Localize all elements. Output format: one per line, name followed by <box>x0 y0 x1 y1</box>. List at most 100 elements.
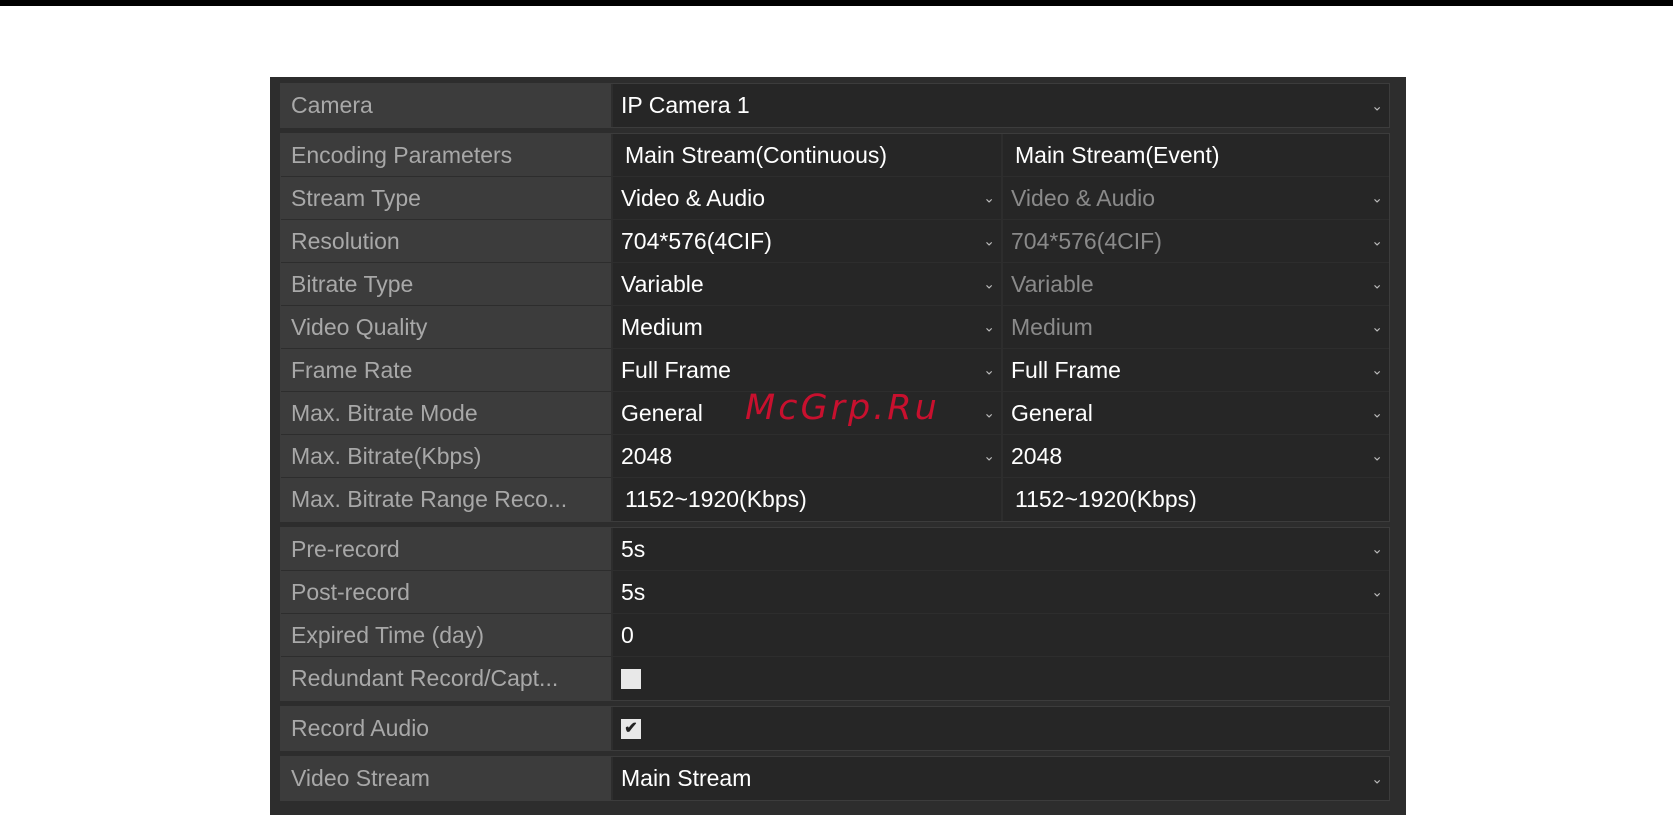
resolution-event-select: 704*576(4CIF) ⌄ <box>1003 220 1389 262</box>
max-bitrate-range-row: Max. Bitrate Range Reco... 1152~1920(Kbp… <box>281 478 1389 521</box>
bitrate-type-event-select: Variable ⌄ <box>1003 263 1389 305</box>
stream-type-continuous-value: Video & Audio <box>621 184 766 211</box>
stream-type-continuous-select[interactable]: Video & Audio ⌄ <box>613 177 1003 219</box>
record-audio-cell: ✔ <box>613 707 1389 750</box>
max-bitrate-continuous-value: 2048 <box>621 442 673 469</box>
redundant-record-checkbox[interactable] <box>621 668 641 689</box>
record-audio-label: Record Audio <box>281 707 613 750</box>
video-quality-continuous-value: Medium <box>621 313 703 340</box>
max-bitrate-mode-label: Max. Bitrate Mode <box>281 392 613 434</box>
chevron-down-icon[interactable]: ⌄ <box>1371 405 1383 422</box>
chevron-down-icon[interactable]: ⌄ <box>983 362 995 379</box>
expired-time-input[interactable]: 0 <box>613 614 1389 656</box>
redundant-row: Redundant Record/Capt... <box>281 657 1389 700</box>
record-audio-group: Record Audio ✔ <box>280 706 1390 751</box>
top-black-bar <box>0 0 1673 6</box>
frame-rate-event-value: Full Frame <box>1011 356 1121 383</box>
main-stream-continuous-header: Main Stream(Continuous) <box>613 134 1003 176</box>
chevron-down-icon[interactable]: ⌄ <box>1371 770 1383 787</box>
post-record-select[interactable]: 5s ⌄ <box>613 571 1389 613</box>
chevron-down-icon: ⌄ <box>1371 275 1383 292</box>
camera-select[interactable]: IP Camera 1 ⌄ <box>613 84 1389 127</box>
main-stream-event-header: Main Stream(Event) <box>1003 134 1389 176</box>
max-bitrate-mode-continuous-value: General <box>621 399 703 426</box>
post-record-value: 5s <box>621 578 646 605</box>
encoding-header-row: Encoding Parameters Main Stream(Continuo… <box>281 134 1389 177</box>
frame-rate-row: Frame Rate Full Frame ⌄ Full Frame ⌄ <box>281 349 1389 392</box>
video-stream-value: Main Stream <box>621 765 752 791</box>
frame-rate-event-select[interactable]: Full Frame ⌄ <box>1003 349 1389 391</box>
video-quality-event-value: Medium <box>1011 313 1093 340</box>
max-bitrate-event-select[interactable]: 2048 ⌄ <box>1003 435 1389 477</box>
watermark-text: McGrp.Ru <box>745 388 940 428</box>
video-quality-label: Video Quality <box>281 306 613 348</box>
chevron-down-icon[interactable]: ⌄ <box>1371 584 1383 601</box>
chevron-down-icon[interactable]: ⌄ <box>1371 97 1383 114</box>
resolution-label: Resolution <box>281 220 613 262</box>
chevron-down-icon[interactable]: ⌄ <box>983 276 995 293</box>
video-quality-continuous-select[interactable]: Medium ⌄ <box>613 306 1003 348</box>
resolution-row: Resolution 704*576(4CIF) ⌄ 704*576(4CIF)… <box>281 220 1389 263</box>
chevron-down-icon[interactable]: ⌄ <box>1371 448 1383 465</box>
redundant-record-label: Redundant Record/Capt... <box>281 657 613 700</box>
chevron-down-icon[interactable]: ⌄ <box>983 190 995 207</box>
post-record-label: Post-record <box>281 571 613 613</box>
record-audio-row: Record Audio ✔ <box>281 707 1389 750</box>
max-bitrate-event-value: 2048 <box>1011 442 1063 469</box>
max-bitrate-mode-event-value: General <box>1011 399 1093 426</box>
pre-record-select[interactable]: 5s ⌄ <box>613 528 1389 570</box>
frame-rate-continuous-select[interactable]: Full Frame ⌄ <box>613 349 1003 391</box>
pre-record-row: Pre-record 5s ⌄ <box>281 528 1389 571</box>
resolution-continuous-select[interactable]: 704*576(4CIF) ⌄ <box>613 220 1003 262</box>
post-record-row: Post-record 5s ⌄ <box>281 571 1389 614</box>
max-bitrate-label: Max. Bitrate(Kbps) <box>281 435 613 477</box>
record-audio-checkbox[interactable]: ✔ <box>621 718 641 739</box>
bitrate-type-label: Bitrate Type <box>281 263 613 305</box>
max-bitrate-range-continuous-value: 1152~1920(Kbps) <box>613 478 1003 521</box>
redundant-record-cell <box>613 657 1389 700</box>
bitrate-type-event-value: Variable <box>1011 270 1094 297</box>
max-bitrate-row: Max. Bitrate(Kbps) 2048 ⌄ 2048 ⌄ <box>281 435 1389 478</box>
video-stream-label: Video Stream <box>281 757 613 800</box>
chevron-down-icon[interactable]: ⌄ <box>1371 541 1383 558</box>
chevron-down-icon: ⌄ <box>1371 189 1383 206</box>
record-group: Pre-record 5s ⌄ Post-record 5s ⌄ Expired… <box>280 527 1390 701</box>
frame-rate-label: Frame Rate <box>281 349 613 391</box>
chevron-down-icon[interactable]: ⌄ <box>983 405 995 422</box>
bitrate-type-continuous-select[interactable]: Variable ⌄ <box>613 263 1003 305</box>
chevron-down-icon: ⌄ <box>1371 318 1383 335</box>
bitrate-type-row: Bitrate Type Variable ⌄ Variable ⌄ <box>281 263 1389 306</box>
stream-type-event-value: Video & Audio <box>1011 184 1156 211</box>
resolution-event-value: 704*576(4CIF) <box>1011 227 1162 254</box>
max-bitrate-range-event-value: 1152~1920(Kbps) <box>1003 478 1389 521</box>
camera-label: Camera <box>281 84 613 127</box>
expired-time-label: Expired Time (day) <box>281 614 613 656</box>
pre-record-label: Pre-record <box>281 528 613 570</box>
encoding-parameters-label: Encoding Parameters <box>281 134 613 176</box>
stream-type-event-select: Video & Audio ⌄ <box>1003 177 1389 219</box>
chevron-down-icon[interactable]: ⌄ <box>1371 362 1383 379</box>
stream-type-row: Stream Type Video & Audio ⌄ Video & Audi… <box>281 177 1389 220</box>
chevron-down-icon: ⌄ <box>1371 232 1383 249</box>
bitrate-type-continuous-value: Variable <box>621 270 704 297</box>
frame-rate-continuous-value: Full Frame <box>621 356 731 383</box>
camera-group: Camera IP Camera 1 ⌄ <box>280 83 1390 128</box>
max-bitrate-mode-event-select[interactable]: General ⌄ <box>1003 392 1389 434</box>
max-bitrate-continuous-select[interactable]: 2048 ⌄ <box>613 435 1003 477</box>
chevron-down-icon[interactable]: ⌄ <box>983 319 995 336</box>
camera-value: IP Camera 1 <box>621 92 750 118</box>
resolution-continuous-value: 704*576(4CIF) <box>621 227 772 254</box>
expired-time-row: Expired Time (day) 0 <box>281 614 1389 657</box>
video-quality-row: Video Quality Medium ⌄ Medium ⌄ <box>281 306 1389 349</box>
pre-record-value: 5s <box>621 535 646 562</box>
max-bitrate-range-label: Max. Bitrate Range Reco... <box>281 478 613 521</box>
encoding-group: Encoding Parameters Main Stream(Continuo… <box>280 133 1390 522</box>
camera-row: Camera IP Camera 1 ⌄ <box>281 84 1389 127</box>
video-quality-event-select: Medium ⌄ <box>1003 306 1389 348</box>
chevron-down-icon[interactable]: ⌄ <box>983 233 995 250</box>
record-settings-panel: Camera IP Camera 1 ⌄ Encoding Parameters… <box>270 77 1406 815</box>
chevron-down-icon[interactable]: ⌄ <box>983 448 995 465</box>
video-stream-select[interactable]: Main Stream ⌄ <box>613 757 1389 800</box>
video-stream-row: Video Stream Main Stream ⌄ <box>281 757 1389 800</box>
stream-type-label: Stream Type <box>281 177 613 219</box>
